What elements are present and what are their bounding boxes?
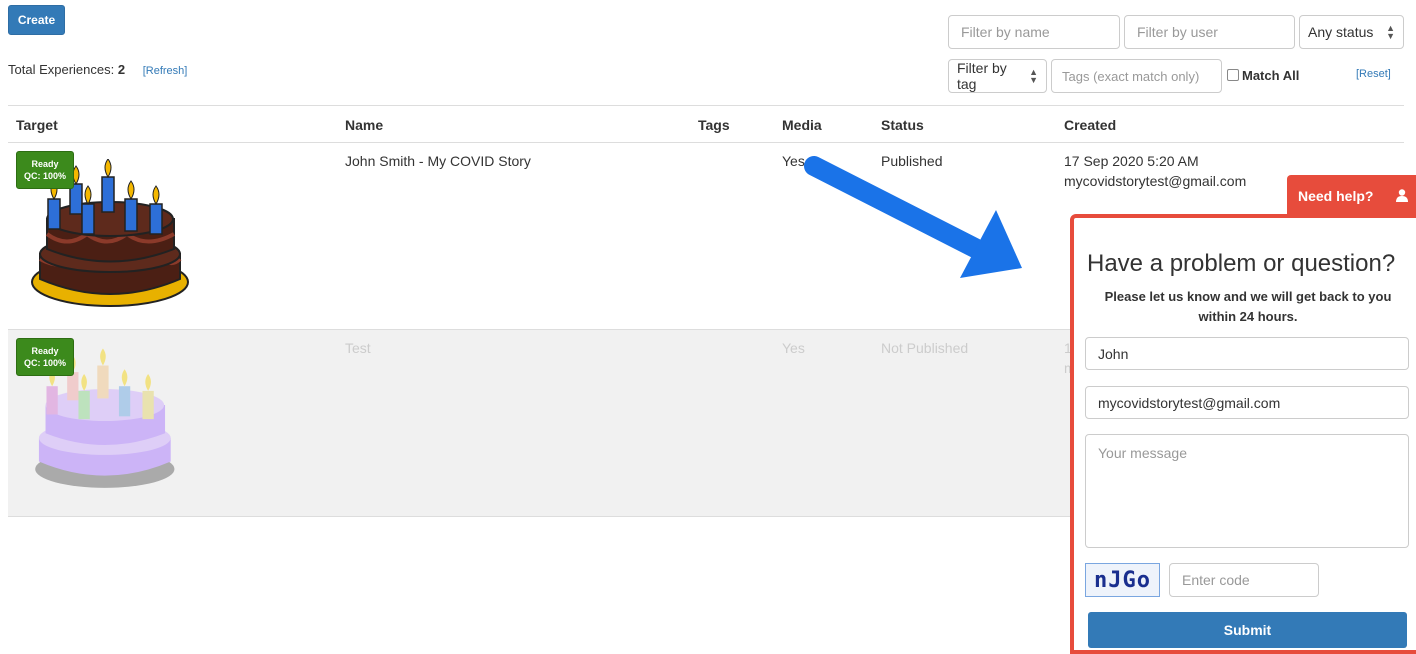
badge-qc: QC: 100% xyxy=(23,171,67,181)
row-status: Not Published xyxy=(881,340,969,356)
filter-name-input[interactable]: Filter by name xyxy=(948,15,1120,49)
row-name[interactable]: John Smith - My COVID Story xyxy=(345,153,531,169)
total-label: Total Experiences: xyxy=(8,62,115,77)
tag-filter-value: Filter by tag xyxy=(957,60,1007,92)
total-experiences: Total Experiences: 2 [Refresh] xyxy=(8,62,187,77)
help-message-field[interactable]: Your message xyxy=(1085,434,1409,548)
select-arrows-icon: ▲ ▼ xyxy=(1029,67,1038,85)
help-title: Have a problem or question? xyxy=(1087,250,1396,277)
select-arrows-icon: ▲ ▼ xyxy=(1386,23,1395,41)
reset-link[interactable]: [Reset] xyxy=(1356,68,1391,80)
need-help-tab[interactable]: Need help? xyxy=(1287,175,1416,217)
row-name[interactable]: Test xyxy=(345,340,371,356)
match-all-label: Match All xyxy=(1242,68,1300,83)
status-badge: Ready QC: 100% xyxy=(16,151,74,189)
annotation-arrow-icon xyxy=(804,156,1022,278)
tags-input[interactable]: Tags (exact match only) xyxy=(1051,59,1222,93)
help-name-field[interactable]: John xyxy=(1085,337,1409,370)
row-created-date: 17 Sep 2020 5:20 AM xyxy=(1064,153,1199,169)
status-select-value: Any status xyxy=(1308,24,1374,40)
submit-button[interactable]: Submit xyxy=(1088,612,1407,648)
badge-qc: QC: 100% xyxy=(23,358,67,368)
header-status[interactable]: Status xyxy=(881,117,924,133)
header-created[interactable]: Created xyxy=(1064,117,1116,133)
badge-ready: Ready xyxy=(31,346,59,356)
filter-user-input[interactable]: Filter by user xyxy=(1124,15,1295,49)
user-icon xyxy=(1396,189,1408,202)
help-subtitle: Please let us know and we will get back … xyxy=(1104,289,1392,324)
help-email-field[interactable]: mycovidstorytest@gmail.com xyxy=(1085,386,1409,419)
captcha-image: nJGo xyxy=(1085,563,1160,597)
match-all-checkbox[interactable] xyxy=(1227,69,1239,81)
tag-filter-select[interactable]: Filter by tag ▲ ▼ xyxy=(948,59,1047,93)
status-select[interactable]: Any status ▲ ▼ xyxy=(1299,15,1404,49)
row-created-user: mycovidstorytest@gmail.com xyxy=(1064,173,1247,189)
row-media: Yes xyxy=(782,340,805,356)
header-target[interactable]: Target xyxy=(16,117,58,133)
header-media[interactable]: Media xyxy=(782,117,822,133)
refresh-link[interactable]: [Refresh] xyxy=(143,65,188,77)
create-button[interactable]: Create xyxy=(8,5,65,35)
badge-ready: Ready xyxy=(31,159,59,169)
captcha-code-input[interactable]: Enter code xyxy=(1169,563,1319,597)
status-badge: Ready QC: 100% xyxy=(16,338,74,376)
need-help-label: Need help? xyxy=(1298,188,1374,204)
total-count: 2 xyxy=(117,62,126,77)
header-tags[interactable]: Tags xyxy=(698,117,730,133)
header-name[interactable]: Name xyxy=(345,117,383,133)
